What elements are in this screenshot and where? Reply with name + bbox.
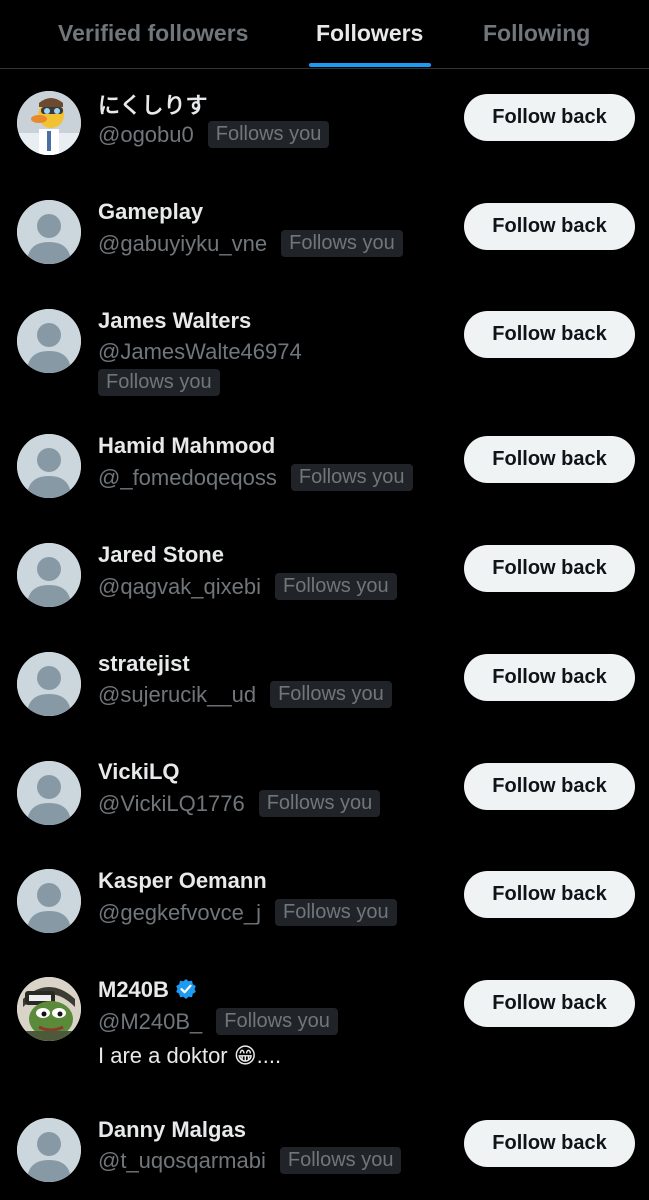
frog-avatar[interactable] <box>17 977 81 1041</box>
follow-back-button[interactable]: Follow back <box>464 763 635 810</box>
user-handle[interactable]: @sujerucik__ud <box>98 682 256 708</box>
handle-line: Follows you <box>98 369 220 396</box>
user-handle[interactable]: @ogobu0 <box>98 122 194 148</box>
user-display-name[interactable]: Gameplay <box>98 199 203 225</box>
default-avatar[interactable] <box>17 761 81 825</box>
user-handle[interactable]: @VickiLQ1776 <box>98 791 245 817</box>
user-handle[interactable]: @t_uqosqarmabi <box>98 1148 266 1174</box>
user-display-name[interactable]: Jared Stone <box>98 542 224 568</box>
default-avatar[interactable] <box>17 869 81 933</box>
follows-you-badge: Follows you <box>275 573 397 600</box>
handle-line: @t_uqosqarmabi Follows you <box>98 1147 402 1174</box>
user-display-name[interactable]: Danny Malgas <box>98 1117 246 1143</box>
user-display-name[interactable]: にくしりす <box>98 88 208 120</box>
follows-you-badge: Follows you <box>98 369 220 396</box>
follow-back-button[interactable]: Follow back <box>464 94 635 141</box>
tab-followers[interactable]: Followers <box>316 20 423 47</box>
user-display-name[interactable]: M240B <box>98 977 197 1003</box>
handle-line: @gegkefvovce_j Follows you <box>98 899 397 926</box>
user-handle[interactable]: @gabuyiyku_vne <box>98 231 267 257</box>
user-handle[interactable]: @_fomedoqeqoss <box>98 465 277 491</box>
verified-badge-icon <box>176 979 196 999</box>
user-display-name[interactable]: James Walters <box>98 308 251 334</box>
user-display-name[interactable]: Kasper Oemann <box>98 868 267 894</box>
follow-back-button[interactable]: Follow back <box>464 871 635 918</box>
follow-back-button[interactable]: Follow back <box>464 203 635 250</box>
user-handle[interactable]: @qagvak_qixebi <box>98 574 261 600</box>
handle-line: @JamesWalte46974 <box>98 339 302 365</box>
follows-you-badge: Follows you <box>270 681 392 708</box>
handle-line: @_fomedoqeqoss Follows you <box>98 464 413 491</box>
user-bio: I are a doktor 😁.... <box>98 1043 282 1068</box>
user-display-name-text: M240B <box>98 977 169 1002</box>
follow-back-button[interactable]: Follow back <box>464 436 635 483</box>
follow-back-button[interactable]: Follow back <box>464 1120 635 1167</box>
tab-following[interactable]: Following <box>483 20 590 47</box>
default-avatar[interactable] <box>17 652 81 716</box>
follows-you-badge: Follows you <box>216 1008 338 1035</box>
user-handle[interactable]: @M240B_ <box>98 1009 202 1035</box>
handle-line: @gabuyiyku_vne Follows you <box>98 230 403 257</box>
handle-line: @sujerucik__ud Follows you <box>98 681 392 708</box>
follows-you-badge: Follows you <box>281 230 403 257</box>
user-display-name[interactable]: Hamid Mahmood <box>98 433 275 459</box>
default-avatar[interactable] <box>17 200 81 264</box>
handle-line: @VickiLQ1776 Follows you <box>98 790 381 817</box>
default-avatar[interactable] <box>17 1118 81 1182</box>
follow-back-button[interactable]: Follow back <box>464 980 635 1027</box>
default-avatar[interactable] <box>17 543 81 607</box>
follow-back-button[interactable]: Follow back <box>464 654 635 701</box>
follows-you-badge: Follows you <box>290 464 413 491</box>
user-display-name[interactable]: VickiLQ <box>98 759 180 785</box>
follows-you-badge: Follows you <box>258 790 381 817</box>
follows-you-badge: Follows you <box>207 121 330 148</box>
active-tab-indicator <box>309 63 431 67</box>
handle-line: @ogobu0 Follows you <box>98 121 330 148</box>
tab-verified-followers[interactable]: Verified followers <box>58 20 248 47</box>
follow-back-button[interactable]: Follow back <box>464 311 635 358</box>
follows-you-badge: Follows you <box>279 1147 402 1174</box>
tab-bar: Verified followers Followers Following <box>0 0 649 69</box>
follow-back-button[interactable]: Follow back <box>464 545 635 592</box>
user-display-name[interactable]: stratejist <box>98 651 190 677</box>
follows-you-badge: Follows you <box>274 899 397 926</box>
user-handle[interactable]: @JamesWalte46974 <box>98 339 302 365</box>
default-avatar[interactable] <box>17 434 81 498</box>
duck-avatar[interactable] <box>17 91 81 155</box>
user-handle[interactable]: @gegkefvovce_j <box>98 900 261 926</box>
handle-line: @M240B_ Follows you <box>98 1008 338 1035</box>
handle-line: @qagvak_qixebi Follows you <box>98 573 397 600</box>
default-avatar[interactable] <box>17 309 81 373</box>
